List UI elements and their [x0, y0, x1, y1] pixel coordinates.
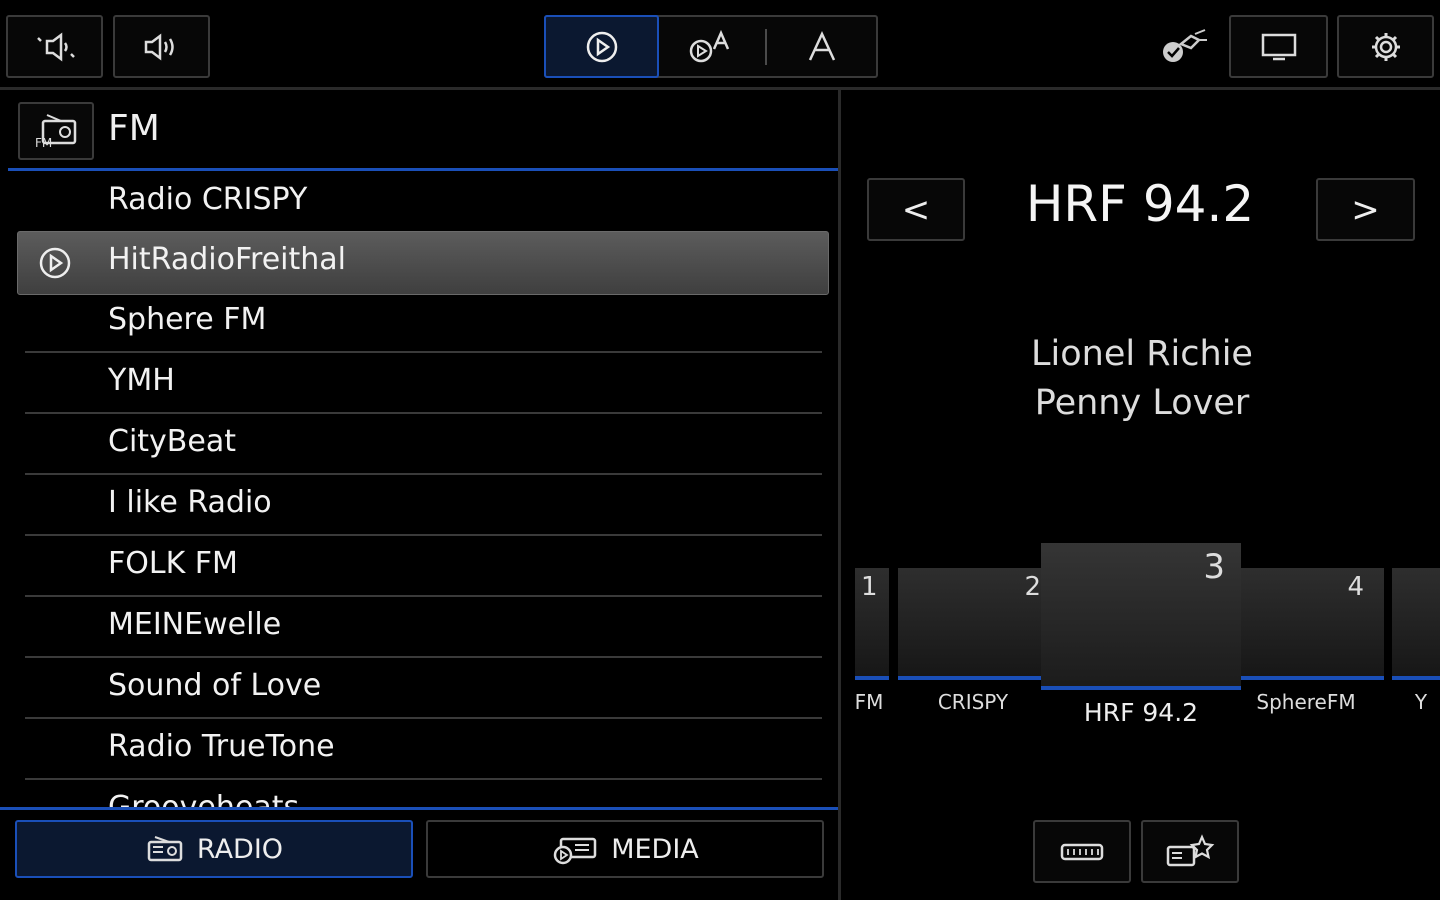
preset-number: 1 [861, 572, 878, 602]
station-name: Radio TrueTone [108, 729, 335, 764]
band-header: FM FM [8, 98, 838, 171]
preset-underline [1392, 676, 1440, 680]
current-station-name: HRF 94.2 [1025, 175, 1255, 233]
band-header-underline [8, 168, 838, 171]
screen-icon [1261, 33, 1296, 60]
station-name: MEINEwelle [108, 607, 282, 642]
track-info: Lionel Richie Penny Lover [960, 330, 1324, 428]
list-item[interactable]: MEINEwelle [25, 597, 822, 658]
preset-label: SphereFM [1256, 690, 1356, 714]
preset-tile-selected[interactable]: 3 [1041, 543, 1241, 690]
radio-fm-icon: FM [35, 114, 77, 150]
chevron-right-icon: > [1351, 189, 1380, 230]
list-item[interactable]: Sound of Love [25, 658, 822, 719]
list-item[interactable]: Radio TrueTone [25, 719, 822, 780]
radio-icon [147, 836, 183, 862]
track-title: Penny Lover [1034, 383, 1250, 423]
list-item[interactable]: Sphere FM [25, 292, 822, 353]
tab-play[interactable] [544, 15, 659, 78]
preset-number: 4 [1347, 572, 1364, 602]
radio-tab[interactable]: RADIO [15, 820, 413, 878]
radio-tab-label: RADIO [196, 833, 284, 865]
station-list[interactable]: Radio CRISPY HitRadioFreithal Sphere FM … [0, 172, 838, 808]
media-icon [553, 837, 597, 865]
list-item[interactable]: Grooveheats [25, 780, 822, 808]
preset-number: 3 [1203, 547, 1225, 587]
radio-favorite-icon [1166, 833, 1215, 866]
panel-divider [838, 90, 841, 900]
preset-underline [898, 676, 1041, 680]
band-select-button[interactable]: FM [18, 102, 94, 160]
list-item[interactable]: CityBeat [25, 414, 822, 475]
preset-underline [855, 676, 889, 680]
station-name: I like Radio [108, 485, 272, 520]
now-playing-icon [38, 246, 72, 284]
preset-underline [1041, 686, 1241, 690]
screen-button[interactable] [1229, 15, 1328, 78]
preset-number: 2 [1024, 572, 1041, 602]
list-bottom-divider [0, 807, 838, 810]
volume-up-icon [144, 33, 174, 60]
preset-label: CRISPY [937, 690, 1009, 714]
text-icon [808, 30, 835, 61]
station-name: YMH [108, 363, 175, 398]
volume-down-icon [36, 32, 75, 61]
previous-station-button[interactable]: < [867, 178, 965, 241]
preset-label: HRF 94.2 [1083, 698, 1199, 727]
media-tab[interactable]: MEDIA [426, 820, 824, 878]
tab-text[interactable] [767, 17, 876, 76]
station-name: HitRadioFreithal [108, 242, 346, 277]
tuner-scale-icon [1060, 843, 1104, 860]
station-name: Grooveheats [108, 790, 300, 808]
station-name: Sound of Love [108, 668, 322, 703]
favorites-button[interactable] [1141, 820, 1239, 883]
list-item[interactable]: FOLK FM [25, 536, 822, 597]
list-item[interactable]: YMH [25, 353, 822, 414]
station-name: CityBeat [108, 424, 236, 459]
play-icon [586, 31, 617, 62]
list-item[interactable]: I like Radio [25, 475, 822, 536]
presets-carousel: 1 FM 2 CRISPY 3 HRF 94.2 4 SphereFM Y [855, 540, 1440, 740]
preset-tile[interactable]: 1 [855, 568, 889, 680]
tab-play-text[interactable] [661, 17, 765, 76]
play-text-icon [689, 29, 730, 62]
volume-up-button[interactable] [113, 15, 210, 78]
station-name: Sphere FM [108, 302, 267, 337]
band-label: FM [108, 108, 160, 149]
preset-tile[interactable]: 4 [1241, 568, 1384, 680]
media-tab-label: MEDIA [611, 833, 699, 865]
source-mode-segmented-control [544, 15, 878, 78]
volume-down-button[interactable] [6, 15, 103, 78]
preset-underline [1241, 676, 1384, 680]
satellite-icon [1163, 29, 1207, 62]
top-bar-divider [0, 87, 1440, 90]
gear-icon [1371, 32, 1400, 61]
list-item[interactable]: Radio CRISPY [25, 172, 822, 233]
manual-tuning-button[interactable] [1033, 820, 1131, 883]
chevron-left-icon: < [901, 189, 931, 230]
preset-tile[interactable] [1392, 568, 1440, 680]
list-item-selected[interactable]: HitRadioFreithal [17, 231, 829, 295]
station-name: FOLK FM [108, 546, 238, 581]
preset-label: Y [1414, 690, 1428, 714]
preset-label: FM [855, 690, 884, 714]
settings-button[interactable] [1337, 15, 1434, 78]
next-station-button[interactable]: > [1316, 178, 1415, 241]
station-name: Radio CRISPY [108, 182, 308, 217]
preset-tile[interactable]: 2 [898, 568, 1041, 680]
svg-text:FM: FM [35, 136, 52, 150]
satellite-status[interactable] [1155, 24, 1213, 70]
track-artist: Lionel Richie [1031, 334, 1253, 374]
